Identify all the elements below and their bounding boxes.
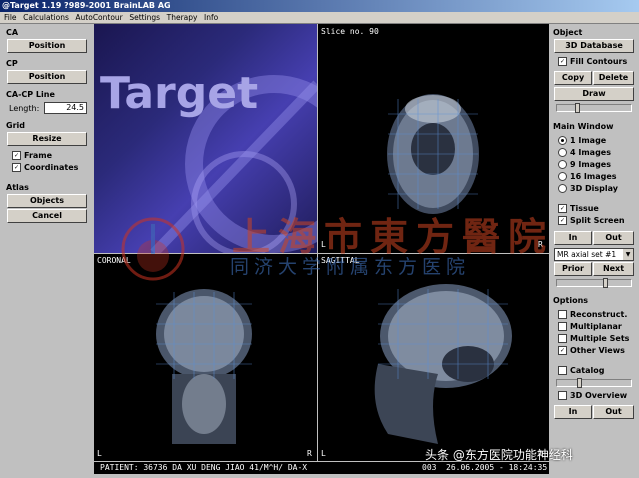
coordinates-checkbox[interactable]: ✓ Coordinates (12, 163, 78, 173)
radio-9-images[interactable]: 9 Images (558, 160, 611, 170)
objects-button[interactable]: Objects (7, 194, 87, 208)
other-views-checkbox[interactable]: ✓ Other Views (558, 346, 625, 356)
prior-button[interactable]: Prior (554, 262, 592, 276)
check-icon: ✓ (558, 346, 567, 355)
dropdown-arrow-icon[interactable]: ▼ (623, 249, 633, 260)
coronal-viewport[interactable]: CORONAL L R (94, 254, 317, 461)
ca-cp-line-label: CA-CP Line (6, 90, 55, 99)
check-icon: ✓ (558, 204, 567, 213)
object-label: Object (553, 28, 583, 37)
check-icon: ✓ (558, 57, 567, 66)
zoom-in-button[interactable]: In (554, 231, 592, 245)
menu-settings[interactable]: Settings (129, 12, 160, 24)
coronal-left-marker: L (97, 449, 102, 458)
slider-thumb[interactable] (575, 103, 580, 113)
radio-icon (558, 184, 567, 193)
checkbox-icon (558, 322, 567, 331)
status-code: 003 (422, 463, 437, 472)
series-select[interactable]: MR axial set #1 ▼ (554, 248, 634, 261)
radio-icon (558, 172, 567, 181)
sagittal-left-marker: L (321, 449, 326, 458)
checkbox-icon (558, 391, 567, 400)
menu-calculations[interactable]: Calculations (23, 12, 69, 24)
delete-button[interactable]: Delete (593, 71, 634, 85)
radio-4-images[interactable]: 4 Images (558, 148, 611, 158)
draw-slider[interactable] (556, 103, 632, 113)
menu-autocontour[interactable]: AutoContour (75, 12, 122, 24)
sagittal-brain-image (374, 284, 512, 444)
tissue-checkbox[interactable]: ✓ Tissue (558, 204, 599, 214)
length-label: Length: (9, 104, 40, 113)
draw-button[interactable]: Draw (554, 87, 634, 101)
slider-thumb[interactable] (603, 278, 608, 288)
overview-out-button[interactable]: Out (593, 405, 634, 419)
sagittal-viewport[interactable]: SAGITTAL L R (318, 254, 549, 461)
3d-overview-checkbox[interactable]: 3D Overview (558, 391, 627, 401)
patient-info: PATIENT: 36736 DA XU DENG JIAO 41/M^H/ D… (100, 463, 308, 472)
checkbox-icon (558, 366, 567, 375)
radio-selected-icon (558, 136, 567, 145)
zoom-out-button[interactable]: Out (593, 231, 634, 245)
coronal-right-marker: R (307, 449, 312, 458)
main-window-label: Main Window (553, 122, 614, 131)
menu-file[interactable]: File (4, 12, 17, 24)
overview-in-button[interactable]: In (554, 405, 592, 419)
next-button[interactable]: Next (593, 262, 634, 276)
status-datetime: 26.06.2005 - 18:24:35 (446, 463, 548, 472)
right-panel: Object 3D Database ✓ Fill Contours Copy D… (550, 24, 639, 462)
radio-icon (558, 148, 567, 157)
radio-1-image[interactable]: 1 Image (558, 136, 606, 146)
watermark-university-name: 同济大学附属东方医院 (230, 256, 471, 278)
status-bar: PATIENT: 36736 DA XU DENG JIAO 41/M^H/ D… (94, 462, 549, 474)
resize-button[interactable]: Resize (7, 132, 87, 146)
radio-16-images[interactable]: 16 Images (558, 172, 617, 182)
catalog-slider[interactable] (556, 378, 632, 388)
check-icon: ✓ (12, 163, 21, 172)
reconstruct-checkbox[interactable]: Reconstruct. (558, 310, 627, 320)
watermark-credit: 头条 @东方医院功能神经科 (425, 448, 573, 462)
options-label: Options (553, 296, 589, 305)
copy-button[interactable]: Copy (554, 71, 592, 85)
ca-position-button[interactable]: Position (7, 39, 87, 53)
check-icon: ✓ (12, 151, 21, 160)
grid-label: Grid (6, 121, 25, 130)
fill-contours-checkbox[interactable]: ✓ Fill Contours (558, 57, 627, 67)
window-title: @Target 1.19 ?989-2001 BrainLAB AG (0, 0, 639, 12)
series-slider[interactable] (556, 278, 632, 288)
catalog-checkbox[interactable]: Catalog (558, 366, 604, 376)
length-field[interactable]: 24.5 (44, 102, 87, 114)
left-panel: CA Position CP Position CA-CP Line Lengt… (0, 24, 93, 462)
slider-thumb[interactable] (577, 378, 582, 388)
menu-bar: File Calculations AutoContour Settings T… (0, 12, 639, 24)
menu-therapy[interactable]: Therapy (167, 12, 198, 24)
checkbox-icon (558, 334, 567, 343)
logo-text: Target (100, 68, 259, 119)
radio-icon (558, 160, 567, 169)
ca-label: CA (6, 28, 19, 37)
frame-checkbox[interactable]: ✓ Frame (12, 151, 52, 161)
menu-info[interactable]: Info (204, 12, 218, 24)
radio-3d-display[interactable]: 3D Display (558, 184, 618, 194)
coronal-brain-image (156, 289, 252, 444)
hospital-logo (121, 217, 185, 281)
check-icon: ✓ (558, 216, 567, 225)
3d-database-button[interactable]: 3D Database (554, 39, 634, 53)
cp-position-button[interactable]: Position (7, 70, 87, 84)
cp-label: CP (6, 59, 18, 68)
multiplanar-checkbox[interactable]: Multiplanar (558, 322, 622, 332)
multiple-sets-checkbox[interactable]: Multiple Sets (558, 334, 629, 344)
split-screen-checkbox[interactable]: ✓ Split Screen (558, 216, 625, 226)
checkbox-icon (558, 310, 567, 319)
atlas-label: Atlas (6, 183, 29, 192)
cancel-button[interactable]: Cancel (7, 209, 87, 223)
